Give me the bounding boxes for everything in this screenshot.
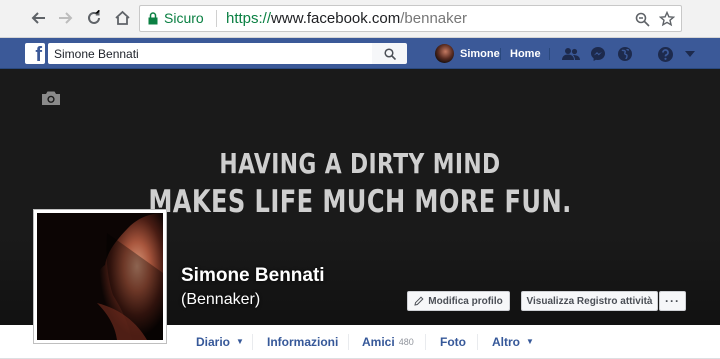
tab-about[interactable]: Informazioni	[267, 325, 338, 358]
cover-quote-line-1: HAVING A DIRTY MIND	[219, 147, 501, 180]
tab-timeline-label: Diario	[196, 334, 231, 349]
tab-about-label: Informazioni	[267, 334, 339, 349]
star-icon	[659, 11, 675, 27]
url-scheme: https://	[226, 10, 272, 27]
zoom-icon	[635, 12, 650, 27]
profile-photo-image	[37, 213, 163, 340]
back-button[interactable]	[27, 7, 49, 29]
search-input[interactable]	[48, 43, 372, 64]
friend-requests-button[interactable]	[562, 45, 580, 63]
back-arrow-icon	[31, 12, 45, 24]
question-mark-icon	[657, 46, 673, 62]
profile-link-label: Simone	[460, 47, 500, 60]
lock-icon	[148, 11, 158, 24]
friends-count: 480	[398, 336, 414, 347]
help-button[interactable]	[656, 45, 674, 63]
address-bar[interactable]: Sicuro https://www.facebook.com/bennaker	[139, 5, 682, 32]
bookmark-button[interactable]	[657, 9, 677, 29]
camera-icon[interactable]	[41, 90, 61, 106]
profile-picture[interactable]	[33, 209, 167, 344]
nav-divider	[549, 48, 550, 60]
tab-friends[interactable]: Amici 480	[362, 325, 414, 358]
nav-divider	[500, 48, 501, 60]
reload-button[interactable]	[83, 7, 105, 29]
avatar	[435, 44, 454, 63]
browser-toolbar: Sicuro https://www.facebook.com/bennaker	[0, 0, 720, 38]
facebook-top-bar: f Simone Home	[0, 38, 720, 69]
notifications-button[interactable]	[616, 45, 634, 63]
activity-log-button[interactable]: Visualizza Registro attività	[521, 291, 658, 311]
more-options-button[interactable]: ···	[659, 291, 686, 311]
tab-separator	[425, 334, 426, 350]
url-host: www.facebook.com	[271, 10, 401, 27]
tab-more-label: Altro	[492, 334, 520, 349]
tab-friends-label: Amici	[362, 334, 395, 349]
tab-separator	[348, 334, 349, 350]
activity-log-label: Visualizza Registro attività	[526, 295, 653, 307]
tab-separator	[252, 334, 253, 350]
search-icon	[383, 47, 396, 60]
profile-alternate-name: (Bennaker)	[181, 291, 261, 308]
caret-down-icon	[685, 51, 695, 57]
caret-down-icon: ▼	[236, 337, 244, 346]
globe-icon	[618, 47, 632, 61]
search-button[interactable]	[372, 43, 407, 64]
forward-arrow-icon	[59, 12, 73, 24]
account-menu-button[interactable]	[681, 45, 699, 63]
profile-link[interactable]: Simone	[435, 44, 500, 63]
secure-indicator[interactable]: Sicuro	[148, 10, 204, 26]
url-text[interactable]: https://www.facebook.com/bennaker	[226, 10, 467, 27]
edit-profile-button[interactable]: Modifica profilo	[407, 291, 510, 311]
messages-button[interactable]	[589, 45, 607, 63]
tab-timeline[interactable]: Diario ▼	[196, 325, 244, 358]
tab-more[interactable]: Altro ▼	[492, 325, 534, 358]
profile-name[interactable]: Simone Bennati	[181, 265, 325, 287]
url-path: /bennaker	[400, 10, 467, 27]
address-separator	[216, 10, 217, 27]
tab-separator	[477, 334, 478, 350]
messenger-icon	[591, 47, 605, 61]
secure-label: Sicuro	[164, 10, 204, 26]
edit-profile-label: Modifica profilo	[428, 295, 503, 307]
friends-icon	[562, 48, 580, 60]
zoom-button[interactable]	[632, 9, 652, 29]
forward-button[interactable]	[55, 7, 77, 29]
pencil-icon	[414, 296, 424, 306]
tab-photos-label: Foto	[440, 334, 466, 349]
reload-icon	[88, 10, 100, 24]
home-icon	[114, 10, 130, 25]
home-link[interactable]: Home	[510, 48, 541, 60]
profile-photo-illustration	[37, 213, 163, 340]
caret-down-icon: ▼	[526, 337, 534, 346]
home-button[interactable]	[111, 7, 133, 29]
facebook-logo[interactable]: f	[25, 43, 45, 64]
tab-photos[interactable]: Foto	[440, 325, 466, 358]
